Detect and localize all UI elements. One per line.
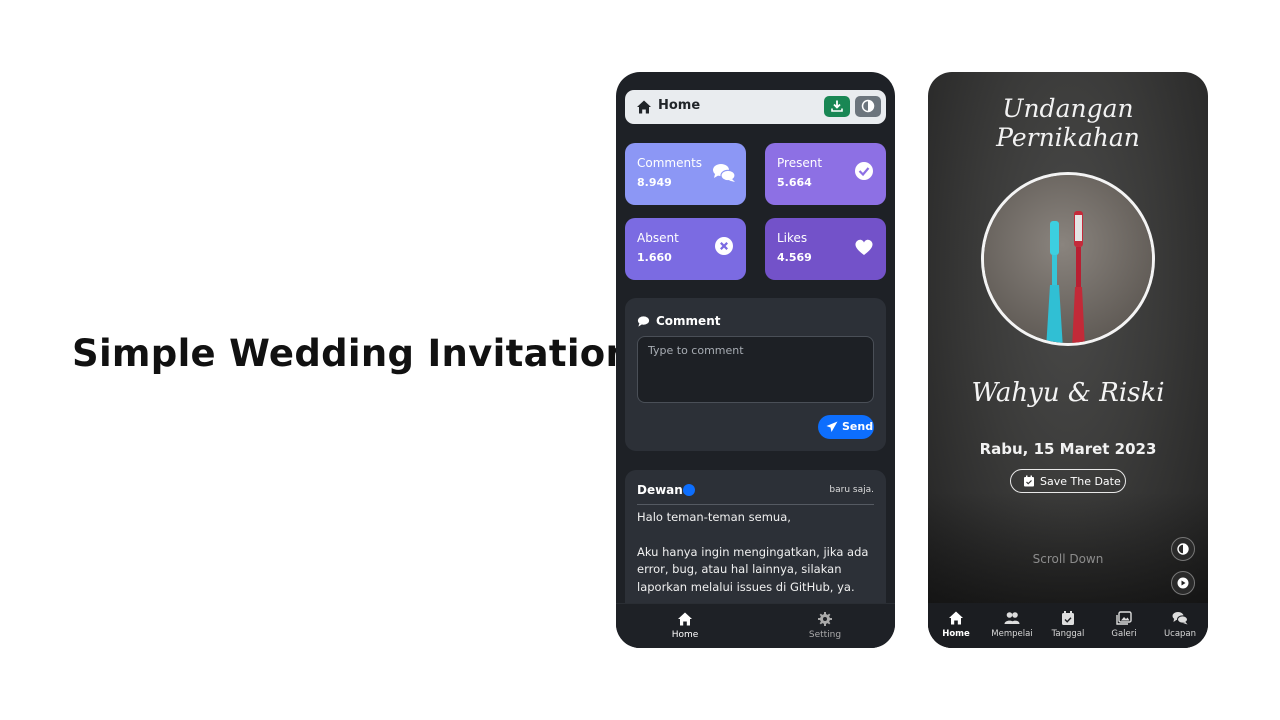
nav-item-home[interactable]: Home <box>645 611 725 640</box>
nav-label: Setting <box>808 630 842 640</box>
half-circle-icon <box>861 99 875 113</box>
comment-icon <box>637 316 650 327</box>
stat-label: Present <box>777 156 823 170</box>
stat-label: Comments <box>637 156 703 170</box>
nav-item-setting[interactable]: Setting <box>785 611 865 640</box>
home-icon <box>678 612 692 626</box>
stat-absent: Absent 1.660 <box>625 218 746 280</box>
stat-label: Absent <box>637 231 679 245</box>
stat-label: Likes <box>777 231 808 245</box>
nav-label: Mempelai <box>991 629 1033 639</box>
theme-toggle-button[interactable] <box>1171 537 1195 561</box>
stat-likes: Likes 4.569 <box>765 218 886 280</box>
comments-icon <box>1172 612 1188 625</box>
nav-item-ucapan[interactable]: Ucapan <box>1152 610 1208 639</box>
post-line: error, bug, atau hal lainnya, silakan <box>637 562 842 576</box>
verified-icon <box>683 484 695 496</box>
download-button[interactable] <box>824 96 850 117</box>
comment-form-title: Comment <box>656 314 721 328</box>
post-line: laporkan melalui issues di GitHub, ya. <box>637 580 855 594</box>
calendar-icon <box>1062 611 1074 625</box>
invitation-title: Undangan Pernikahan <box>996 94 1140 152</box>
stat-value: 5.664 <box>777 176 812 189</box>
theme-toggle-button[interactable] <box>855 96 881 117</box>
scroll-down-label: Scroll Down <box>1032 552 1104 566</box>
comment-input[interactable] <box>637 336 874 403</box>
nav-label: Ucapan <box>1163 629 1197 639</box>
nav-label: Home <box>671 630 699 640</box>
nav-label: Galeri <box>1111 629 1137 639</box>
dashboard-phone: Home Comments 8.949 Present 5.664 Absent… <box>616 72 895 648</box>
page-headline: Simple Wedding Invitation <box>72 332 633 375</box>
toothbrush-photo <box>984 175 1152 343</box>
paper-plane-icon <box>826 421 838 432</box>
nav-item-mempelai[interactable]: Mempelai <box>984 610 1040 639</box>
music-play-button[interactable] <box>1171 571 1195 595</box>
heart-icon <box>855 239 873 255</box>
gear-icon <box>818 612 832 626</box>
x-circle-icon <box>715 237 733 255</box>
save-the-date-button[interactable]: Save The Date <box>1010 469 1126 493</box>
topbar-title: Home <box>658 98 701 113</box>
stat-value: 8.949 <box>637 176 672 189</box>
home-icon <box>637 100 651 114</box>
download-icon <box>831 100 843 112</box>
calendar-icon <box>1024 475 1034 487</box>
comments-icon <box>713 164 736 182</box>
stat-value: 1.660 <box>637 251 672 264</box>
send-button[interactable]: Send <box>818 415 874 439</box>
post-line: Halo teman-teman semua, <box>637 510 791 524</box>
wedding-date: Rabu, 15 Maret 2023 <box>979 440 1157 458</box>
post-divider <box>637 504 874 505</box>
nav-item-tanggal[interactable]: Tanggal <box>1040 610 1096 639</box>
nav-item-galeri[interactable]: Galeri <box>1096 610 1152 639</box>
couple-photo <box>981 172 1155 346</box>
post-line: Aku hanya ingin mengingatkan, jika ada <box>637 545 869 559</box>
nav-item-home[interactable]: Home <box>928 610 984 639</box>
comment-form: Comment Send <box>625 298 886 451</box>
nav-label: Tanggal <box>1051 629 1085 639</box>
stat-value: 4.569 <box>777 251 812 264</box>
stage: Simple Wedding Invitation Home Comments … <box>0 0 1280 720</box>
play-icon <box>1177 577 1189 589</box>
invitation-phone: Undangan Pernikahan Wahyu & Riski Rabu, … <box>928 72 1208 648</box>
stat-comments: Comments 8.949 <box>625 143 746 205</box>
invitation-bottom-nav: Home Mempelai Tanggal Galeri Ucapan <box>928 603 1208 648</box>
nav-label: Home <box>942 629 970 639</box>
check-circle-icon <box>855 162 873 180</box>
dashboard-bottom-nav: Home Setting <box>616 603 895 648</box>
people-icon <box>1004 612 1020 624</box>
dashboard-topbar: Home <box>625 90 886 124</box>
half-circle-icon <box>1177 543 1189 555</box>
save-the-date-label: Save The Date <box>1040 475 1121 488</box>
gallery-icon <box>1116 611 1132 625</box>
send-label: Send <box>842 420 874 433</box>
stat-present: Present 5.664 <box>765 143 886 205</box>
post-time: baru saja. <box>829 485 874 495</box>
couple-names: Wahyu & Riski <box>971 378 1165 408</box>
home-icon <box>949 611 963 625</box>
